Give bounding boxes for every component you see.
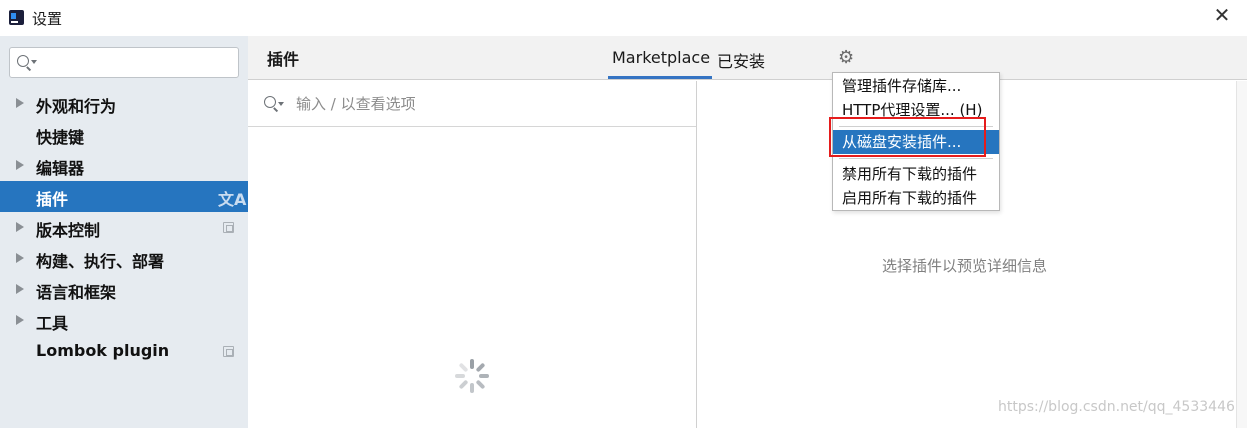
- sidebar-item-label: Lombok plugin: [36, 341, 170, 360]
- title-bar: 设置 ✕: [0, 0, 1247, 36]
- sidebar-item-keymap[interactable]: 快捷键: [0, 119, 248, 150]
- search-icon: [264, 96, 276, 108]
- sidebar-item-build-execution-deployment[interactable]: 构建、执行、部署: [0, 243, 248, 274]
- sidebar-item-label: 插件: [36, 190, 69, 209]
- loading-spinner-icon: [455, 359, 489, 393]
- active-tab-indicator: [608, 76, 712, 79]
- plugins-header: 插件 Marketplace 已安装 ⚙: [248, 36, 1247, 80]
- sidebar-item-label: 版本控制: [36, 221, 101, 240]
- sidebar-item-label: 快捷键: [36, 128, 85, 147]
- translate-icon: 文A: [218, 190, 247, 209]
- watermark-text: https://blog.csdn.net/qq_45334461: [998, 399, 1244, 415]
- sidebar-item-label: 构建、执行、部署: [36, 252, 165, 271]
- sidebar-item-editor[interactable]: 编辑器: [0, 150, 248, 181]
- sidebar-item-plugins[interactable]: 插件 文A: [0, 181, 248, 212]
- sidebar-item-label: 语言和框架: [36, 283, 117, 302]
- page-title: 插件: [267, 50, 300, 69]
- menu-item-manage-repositories[interactable]: 管理插件存储库...: [833, 74, 999, 98]
- sidebar-item-version-control[interactable]: 版本控制: [0, 212, 248, 243]
- close-icon[interactable]: ✕: [1211, 4, 1233, 26]
- sidebar-item-lombok-plugin[interactable]: Lombok plugin: [0, 336, 248, 367]
- tab-installed[interactable]: 已安装: [717, 48, 765, 72]
- search-options-caret-icon[interactable]: [31, 60, 37, 64]
- expand-arrow-icon[interactable]: [16, 284, 24, 294]
- project-scope-icon: [223, 346, 234, 357]
- sidebar-item-languages-frameworks[interactable]: 语言和框架: [0, 274, 248, 305]
- expand-arrow-icon[interactable]: [16, 253, 24, 263]
- settings-sidebar: 外观和行为 快捷键 编辑器 插件 文A 版本控制 构建、执行、部署 语言和框架: [0, 36, 248, 428]
- menu-separator: [839, 158, 993, 159]
- search-options-caret-icon[interactable]: [278, 102, 284, 106]
- plugin-search-input[interactable]: [296, 90, 676, 118]
- gear-icon[interactable]: ⚙: [838, 47, 854, 68]
- sidebar-item-tools[interactable]: 工具: [0, 305, 248, 336]
- window-title: 设置: [32, 10, 63, 28]
- search-icon: [17, 55, 29, 67]
- menu-item-disable-downloaded[interactable]: 禁用所有下载的插件: [833, 162, 999, 186]
- plugin-list-panel: [248, 81, 697, 428]
- project-scope-icon: [223, 222, 234, 233]
- tab-marketplace[interactable]: Marketplace: [612, 48, 710, 67]
- menu-item-enable-downloaded[interactable]: 启用所有下载的插件: [833, 186, 999, 210]
- intellij-app-icon: [9, 10, 24, 25]
- settings-search-input[interactable]: [9, 47, 239, 78]
- scrollbar-track[interactable]: [1236, 81, 1247, 428]
- annotation-highlight-box: [829, 117, 986, 157]
- plugin-search-bar: [248, 81, 696, 127]
- expand-arrow-icon[interactable]: [16, 315, 24, 325]
- sidebar-item-label: 外观和行为: [36, 97, 117, 116]
- sidebar-item-appearance[interactable]: 外观和行为: [0, 88, 248, 119]
- expand-arrow-icon[interactable]: [16, 222, 24, 232]
- sidebar-item-label: 工具: [36, 314, 69, 333]
- sidebar-item-label: 编辑器: [36, 159, 85, 178]
- empty-detail-hint: 选择插件以预览详细信息: [882, 257, 1048, 275]
- expand-arrow-icon[interactable]: [16, 160, 24, 170]
- settings-nav: 外观和行为 快捷键 编辑器 插件 文A 版本控制 构建、执行、部署 语言和框架: [0, 88, 248, 367]
- expand-arrow-icon[interactable]: [16, 98, 24, 108]
